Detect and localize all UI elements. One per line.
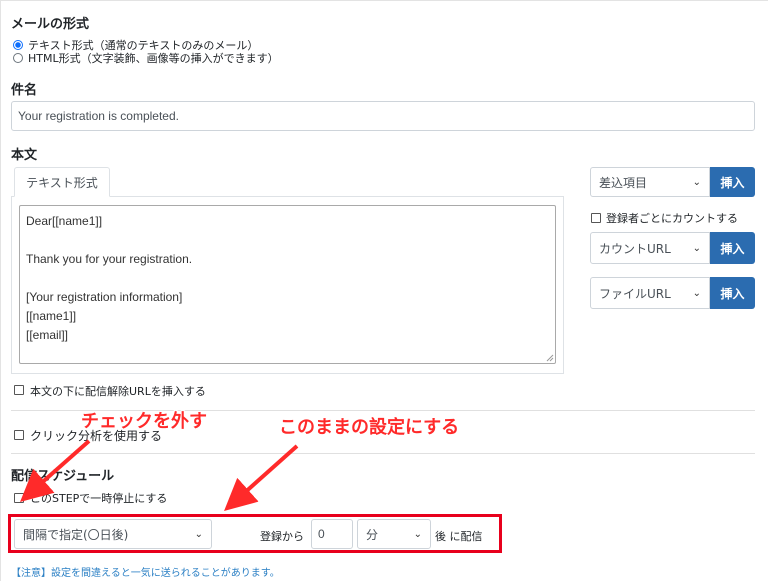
annotation-keep-setting: このままの設定にする: [279, 417, 460, 438]
mail-settings-panel: メールの形式 テキスト形式（通常のテキストのみのメール） HTML形式（文字装飾…: [0, 0, 768, 581]
annotation-arrows-icon: [20, 439, 299, 511]
annotation-uncheck: チェックを外す: [81, 411, 207, 432]
